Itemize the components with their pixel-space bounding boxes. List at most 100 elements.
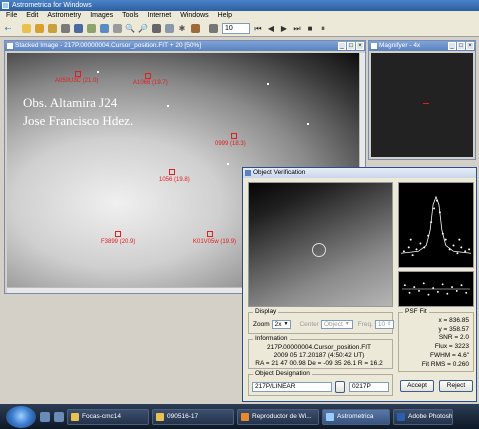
psf-flux-value: Flux = 3223 [434, 343, 469, 351]
grid-icon[interactable] [59, 23, 71, 35]
astrometrica-icon [326, 412, 334, 421]
previous-image-icon[interactable]: ◀ [265, 23, 277, 35]
app-icon [2, 2, 9, 9]
stop-icon[interactable]: ■ [304, 23, 316, 35]
blink-interval-input[interactable]: 10 [222, 23, 250, 34]
object-marker[interactable] [75, 71, 81, 77]
minimize-button[interactable]: _ [338, 42, 346, 50]
star [227, 163, 229, 165]
display-controls-row: Zoom 2x ▼ Center Object ▼ Freq. 10 ⇕ [253, 320, 395, 329]
object-aperture-circle [312, 243, 326, 257]
magnifier-canvas [371, 53, 473, 157]
pause-icon[interactable]: ⏸ [317, 23, 329, 35]
table-icon[interactable] [85, 23, 97, 35]
stack-icon[interactable] [98, 23, 110, 35]
object-marker-label: A050U3C (21.0) [55, 78, 99, 84]
spin-icon: ⇕ [387, 321, 392, 327]
mpc-icon[interactable] [189, 23, 201, 35]
taskbar-item[interactable]: Adobe Photosh [393, 408, 453, 425]
psf-fit-rms-value: Fit RMS = 0.260 [421, 360, 469, 368]
folder-icon [71, 412, 79, 421]
object-image [248, 182, 393, 307]
blink-icon[interactable] [111, 23, 123, 35]
object-marker[interactable] [145, 73, 151, 79]
dialog-title-bar: Object Verification [243, 168, 476, 178]
taskbar-item-active[interactable]: Astrometrica [322, 408, 390, 425]
menu-edit[interactable]: Edit [26, 11, 38, 21]
psf-x-value: x = 836.85 [438, 317, 469, 324]
psf-residuals-plot [398, 271, 474, 307]
close-button[interactable]: × [356, 42, 364, 50]
zoom-select[interactable]: 2x ▼ [271, 320, 292, 329]
object-marker[interactable] [231, 133, 237, 139]
quick-launch-icon[interactable] [40, 411, 50, 422]
window-controls: _ □ × [337, 42, 364, 50]
taskbar-item[interactable]: 090516-17 [152, 408, 234, 425]
menu-tools[interactable]: Tools [122, 11, 138, 21]
maximize-button[interactable]: □ [347, 42, 355, 50]
object-marker-label: F3899 (20.9) [101, 239, 136, 245]
first-image-icon[interactable]: ⏮ [252, 23, 264, 35]
back-arrow-icon[interactable]: ⇠ [2, 23, 14, 35]
menu-images[interactable]: Images [90, 11, 113, 21]
menu-windows[interactable]: Windows [180, 11, 208, 21]
data-reduction-icon[interactable] [72, 23, 84, 35]
menu-help[interactable]: Help [218, 11, 232, 21]
open-images-icon[interactable] [33, 23, 45, 35]
start-button[interactable] [6, 405, 36, 428]
zoom-out-icon[interactable]: 🔎 [137, 23, 149, 35]
zoom-in-icon[interactable]: 🔍 [124, 23, 136, 35]
taskbar-item[interactable]: Focas-cmc14 [67, 408, 149, 425]
display-group: Display Zoom 2x ▼ Center Object ▼ Freq. 10… [248, 308, 395, 334]
chevron-down-icon: ▼ [344, 321, 350, 327]
object-verification-dialog: Object Verification Display Zoom 2x ▼ Ce… [242, 167, 477, 402]
chevron-down-icon: ▼ [283, 321, 289, 327]
designation-select[interactable]: 217P/LINEAR [252, 382, 332, 392]
star-icon[interactable]: ✱ [176, 23, 188, 35]
info-filename: 217P.00000004.Cursor_position.FIT [267, 344, 371, 351]
menu-astrometry[interactable]: Astrometry [47, 11, 81, 21]
object-marker[interactable] [169, 169, 175, 175]
object-marker[interactable] [207, 231, 213, 237]
center-select-value: Object [323, 321, 343, 328]
next-image-icon[interactable]: ⏭ [291, 23, 303, 35]
menu-internet[interactable]: Internet [148, 11, 172, 21]
stacked-image-title-bar: Stacked Image - 217P.00000004.Cursor_pos… [5, 41, 365, 51]
designation-lookup-button[interactable] [335, 381, 345, 393]
quick-launch-icon[interactable] [54, 411, 64, 422]
menu-file[interactable]: File [6, 11, 17, 21]
reject-button[interactable]: Reject [439, 380, 473, 392]
open-folder-icon[interactable] [20, 23, 32, 35]
close-button[interactable]: × [466, 42, 474, 50]
list-icon[interactable] [163, 23, 175, 35]
taskbar-item-label: Focas-cmc14 [82, 412, 122, 420]
object-marker-label: 1056 (19.8) [159, 177, 190, 183]
taskbar-item[interactable]: Reproductor de Wi... [237, 408, 319, 425]
load-icon[interactable] [46, 23, 58, 35]
object-designation-label: Object Designation [253, 370, 312, 377]
blink-settings-icon[interactable] [207, 23, 219, 35]
taskbar-item-label: Reproductor de Wi... [252, 412, 312, 420]
maximize-button[interactable]: □ [457, 42, 465, 50]
psf-fit-group: PSF Fit x = 836.85 y = 358.57 SNR = 2.0 … [398, 308, 474, 372]
play-icon[interactable]: ▶ [278, 23, 290, 35]
information-group-label: Information [253, 335, 290, 342]
freq-label: Freq. [357, 321, 373, 328]
object-marker[interactable] [115, 231, 121, 237]
freq-stepper[interactable]: 10 ⇕ [374, 320, 395, 329]
information-group: Information 217P.00000004.Cursor_positio… [248, 335, 393, 369]
window-icon [245, 170, 251, 176]
image-settings-icon[interactable] [150, 23, 162, 35]
stacked-image-title: Stacked Image - 217P.00000004.Cursor_pos… [15, 42, 202, 49]
freq-stepper-value: 10 [377, 321, 386, 328]
accept-button[interactable]: Accept [400, 380, 434, 392]
app-title-bar: Astrometrica for Windows [0, 0, 479, 11]
center-select[interactable]: Object ▼ [320, 320, 353, 329]
minimize-button[interactable]: _ [448, 42, 456, 50]
media-player-icon [241, 412, 249, 421]
designation-field[interactable]: 0217P [349, 382, 389, 392]
app-title: Astrometrica for Windows [12, 2, 92, 9]
observer-label: Jose Francisco Hdez. [23, 113, 134, 128]
taskbar-item-label: Astrometrica [337, 412, 374, 420]
center-label: Center [299, 321, 319, 328]
